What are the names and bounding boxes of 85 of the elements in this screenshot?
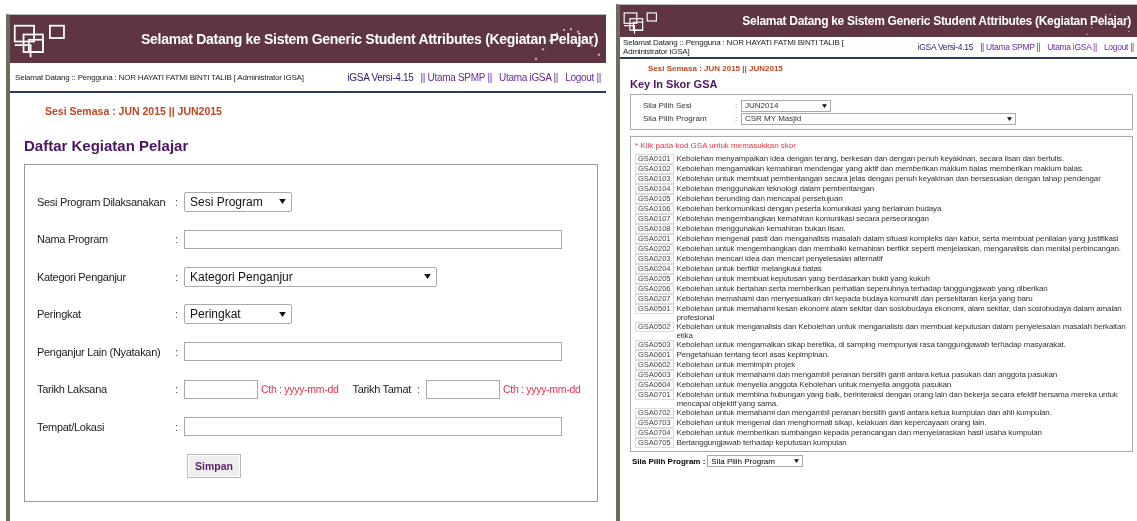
gsa-description: Kebolehan berkomunikasi dengan peserta komunikasi yang berlainan budaya — [676, 204, 942, 213]
gsa-description: Kebolehan untuk membuat pembentangan secara jelas dengan penuh keyakinan dan bersesuaian dengan tahap pendengar — [676, 174, 1101, 183]
nav-link[interactable]: Logout || — [1103, 42, 1134, 52]
session-info: Sesi Semasa : JUN 2015 || JUN2015 — [647, 63, 784, 73]
gsa-description: Kebolehan untuk memberikan sumbangan kepada perancangan dan menyelaraskan hasil usaha kumpulan — [676, 428, 1042, 437]
dropdown[interactable]: Peringkat — [184, 304, 292, 325]
gsa-description: Kebolehan untuk mengembangkan dan membaiki kemahiran berfikir seperti menjelaskan, menganalisis dan menilai perbincangan. — [676, 244, 1121, 253]
gsa-description: Kebolehan memahami dan menyesuaikan diri kepada budaya komuniti dan persekitaran kerja yang baru — [676, 294, 1033, 303]
gsa-description: Kebolehan mengamalkan kemahiran mendengar yang aktif dan memberikan maklum balas memberikan maklum balas. — [676, 164, 1084, 173]
gsa-description: Kebolehan untuk menganalisis dan Kebolehan untuk menganalisis dan membuat keputusan dalam penyelesaian masalah berkaitan etika — [676, 322, 1127, 340]
nav-link[interactable]: Logout || — [565, 71, 601, 83]
separator: : — [175, 383, 180, 396]
date-hint: Cth : yyyy-mm-dd — [503, 383, 581, 396]
user-info: Selamat Datang :: Pengguna : NOR HAYATI FATMI BINTI TALIB [ Administrator iGSA] — [15, 72, 304, 82]
gsa-description: Kebolehan untuk berfikir melangkaui batas — [676, 264, 822, 273]
dropdown[interactable]: Sesi Program — [184, 191, 292, 212]
dropdown[interactable]: Kategori Penganjur — [184, 266, 437, 287]
gsa-description: Kebolehan mengenal pasti dan menganalisis masalah dalam situasi kompleks dan kabur, serta membuat penilaian yang justifikasi — [676, 234, 1119, 243]
page-title: Key In Skor GSA — [629, 77, 719, 92]
separator: : — [175, 270, 180, 283]
separator: : — [175, 308, 180, 321]
gsa-description: Kebolehan mengembangkan kemahiran komunikasi secara perseorangan — [676, 214, 929, 223]
gsa-description: Kebolehan menggunakan kemahiran bukan lisan. — [676, 224, 846, 233]
instruction-note: * Klik pada kod GSA untuk memasukkan skor — [635, 141, 797, 150]
caret-icon — [279, 311, 286, 317]
gsa-description: Kebolehan untuk memahami kesan ekonomi alam sekitar dan sosiobudaya ekonomi, alam sekitar, dan sosiobudaya dalam amalan profesional — [676, 304, 1123, 322]
dropdown[interactable]: Sila Pilih Program — [707, 455, 804, 467]
gsa-description: Kebolehan untuk membuat keputusan yang berdasarkan bukti yang kukuh — [676, 274, 930, 283]
nav-link[interactable]: || Utama SPMP || — [420, 71, 493, 83]
dropdown[interactable]: CSR MY Masjid — [741, 112, 1016, 125]
page-title: Daftar Kegiatan Pelajar — [23, 136, 190, 156]
gsa-description: Bertanggungjawab terhadap keputusan kumpulan — [676, 438, 847, 447]
gsa-description: Kebolehan berunding dan mencapai persetujuan — [676, 194, 843, 203]
input-field[interactable] — [184, 229, 562, 249]
field-label: Nama Program — [37, 233, 109, 246]
gsa-description: Kebolehan untuk mengenal dan menghormati sikap, kelakuan dan kepercayaan orang lain. — [676, 418, 987, 427]
date-field[interactable] — [426, 379, 501, 399]
nav-link[interactable]: || Utama SPMP || — [980, 42, 1041, 52]
caret-icon — [279, 199, 286, 205]
input-field[interactable] — [184, 417, 562, 437]
nav-link[interactable]: Utama iGSA || — [1047, 42, 1097, 52]
gsa-description: Kebolehan untuk memimpin projek — [676, 360, 796, 369]
field-label: Sila Pilih Program — [643, 114, 708, 123]
field-label: Tarikh Laksana — [37, 383, 108, 396]
field-label: Sila Pilih Sesi — [643, 101, 693, 110]
separator: : — [175, 195, 180, 208]
separator: : — [735, 101, 739, 110]
caret-icon — [424, 274, 431, 280]
date-field[interactable] — [184, 379, 258, 399]
input-field[interactable] — [184, 342, 562, 362]
separator: : — [417, 383, 422, 396]
gsa-description: Kebolehan mencari idea dan mencari penyelesaian alternatif — [676, 254, 883, 263]
separator: : — [175, 420, 180, 433]
gsa-description: Pengetahuan tentang teori asas kepimpinan. — [676, 350, 829, 359]
field-label: Tempat/Lokasi — [37, 420, 106, 433]
save-button[interactable]: Simpan — [187, 453, 241, 478]
date-hint: Cth : yyyy-mm-dd — [261, 383, 339, 396]
field-label: Sesi Program Dilaksanakan — [37, 195, 167, 208]
dropdown[interactable]: JUN2014 — [741, 99, 831, 112]
gsa-description: Kebolehan untuk menyelia anggota Kebolehan untuk menyelia anggota pasukan — [676, 380, 952, 389]
user-info: Selamat Datang :: Pengguna : NOR HAYATI FATMI BINTI TALIB [ Administrator iGSA] — [623, 38, 845, 56]
caret-icon — [822, 103, 827, 108]
banner-title: Selamat Datang ke Sistem Generic Student Attributes (Kegiatan Pelajar) — [742, 14, 1131, 28]
field-label: Penganjur Lain (Nyatakan) — [37, 345, 162, 358]
banner-title: Selamat Datang ke Sistem Generic Student Attributes (Kegiatan Pelajar) — [141, 31, 598, 47]
session-info: Sesi Semasa : JUN 2015 || JUN2015 — [44, 104, 223, 117]
separator: : — [175, 345, 180, 358]
gsa-description: Kebolehan menggunakan teknologi dalam pembentangan — [676, 184, 875, 193]
gsa-description: Kebolehan untuk bertahan serta memberikan perhatian sepenuhnya terhadap tanggungjawab yang diberikan — [676, 284, 1048, 293]
nav-link[interactable]: Utama iGSA || — [499, 71, 559, 83]
gsa-description: Kebolehan untuk memahami dan mengambil peranan bersilih ganti antara ketua pasukan dan anggota pasukan — [676, 370, 1058, 379]
field-label: Sila Pilih Program : — [632, 456, 706, 466]
separator: : — [735, 114, 739, 123]
version-label: iGSA Versi-4.15 — [917, 42, 974, 52]
gsa-description: Kebolehan menyampaikan idea dengan terang, berkesan dan dengan penuh keyakinan, secara lisan dan bertulis. — [676, 154, 1065, 163]
gsa-description: Kebolehan untuk membina hubungan yang baik, berinteraksi dengan orang lain dan bekerja secara efektif bersama mereka untuk mencapai objektif yang sama. — [676, 390, 1119, 408]
field-label: Peringkat — [37, 308, 82, 321]
separator: : — [175, 233, 180, 246]
field-label: Kategori Penganjur — [37, 270, 127, 283]
caret-icon — [794, 459, 800, 463]
field-label: Tarikh Tamat — [352, 383, 412, 396]
caret-icon — [1007, 116, 1012, 121]
gsa-description: Kebolehan untuk memahami dan mengambil peranan bersilih ganti antara ketua kumpulan dan ahli kumpulan. — [676, 408, 1052, 417]
version-label: iGSA Versi-4.15 — [347, 71, 414, 83]
gsa-description: Kebolehan untuk mengamalkan sikap beretika, di samping mempunyai rasa tanggungjawab terhadap masyarakat. — [676, 340, 1066, 349]
